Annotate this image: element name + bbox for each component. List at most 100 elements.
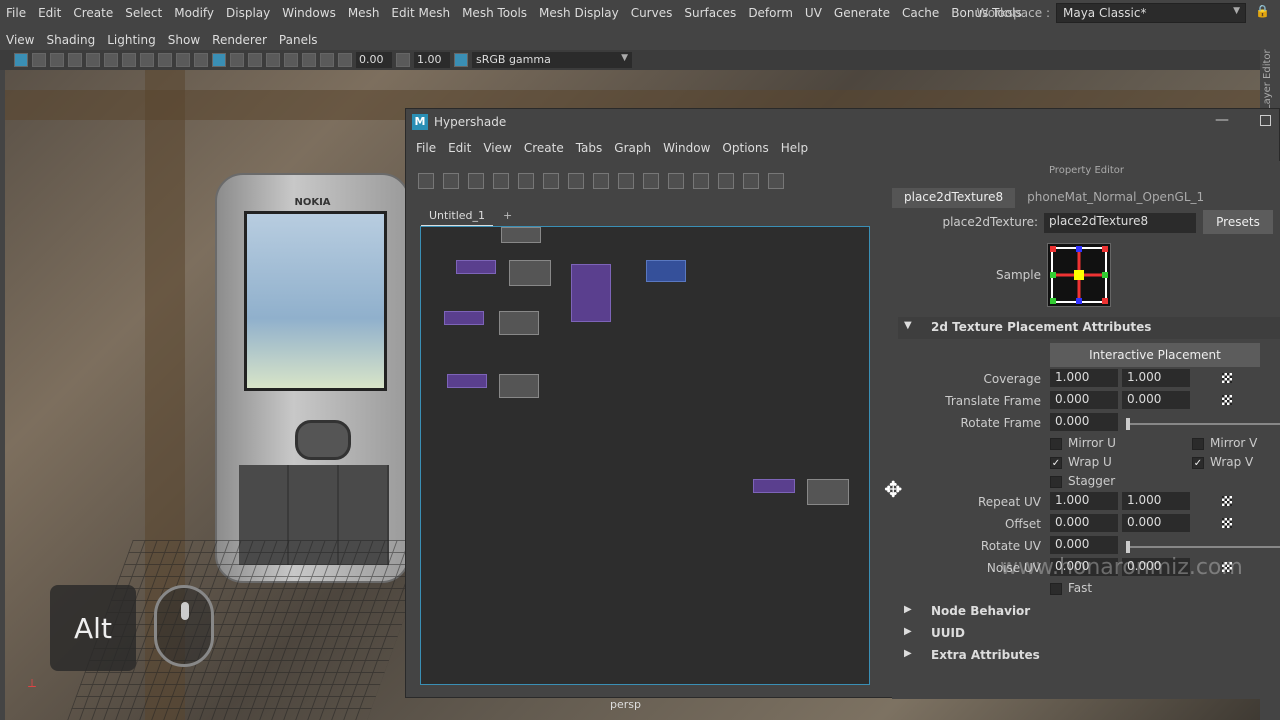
section-extra-attributes[interactable]: ▶ Extra Attributes bbox=[898, 645, 1280, 667]
menu-select[interactable]: Select bbox=[119, 6, 168, 20]
toggle-swatches-icon[interactable] bbox=[743, 173, 759, 189]
textured-icon[interactable] bbox=[248, 53, 262, 67]
menu-file[interactable]: File bbox=[0, 6, 32, 20]
color-management-icon[interactable] bbox=[454, 53, 468, 67]
add-selected-icon[interactable] bbox=[593, 173, 609, 189]
coverage-u-field[interactable]: 1.000 bbox=[1050, 369, 1118, 387]
color-space-dropdown[interactable]: sRGB gamma bbox=[472, 52, 632, 68]
panel-menu-view[interactable]: View bbox=[0, 33, 40, 47]
hs-menu-file[interactable]: File bbox=[410, 141, 442, 159]
menu-edit-mesh[interactable]: Edit Mesh bbox=[385, 6, 456, 20]
graph-layout-icon[interactable] bbox=[568, 173, 584, 189]
offset-u-field[interactable]: 0.000 bbox=[1050, 514, 1118, 532]
full-view-icon[interactable] bbox=[668, 173, 684, 189]
layer-editor-side-tab[interactable]: Layer Editor bbox=[1262, 40, 1280, 110]
menu-uv[interactable]: UV bbox=[799, 6, 828, 20]
simple-view-icon[interactable] bbox=[618, 173, 634, 189]
hs-menu-view[interactable]: View bbox=[477, 141, 517, 159]
rotate-uv-slider[interactable] bbox=[1126, 541, 1280, 553]
hs-menu-options[interactable]: Options bbox=[716, 141, 774, 159]
translate-frame-v-field[interactable]: 0.000 bbox=[1122, 391, 1190, 409]
tab-phonemat-normal[interactable]: phoneMat_Normal_OpenGL_1 bbox=[1015, 188, 1216, 208]
menu-generate[interactable]: Generate bbox=[828, 6, 896, 20]
presets-button[interactable]: Presets bbox=[1203, 210, 1273, 234]
maximize-icon[interactable] bbox=[1260, 115, 1271, 126]
map-icon[interactable] bbox=[1222, 373, 1232, 383]
section-uuid[interactable]: ▶ UUID bbox=[898, 623, 1280, 645]
hs-menu-window[interactable]: Window bbox=[657, 141, 716, 159]
interactive-placement-button[interactable]: Interactive Placement bbox=[1050, 343, 1260, 367]
resolution-gate-icon[interactable] bbox=[122, 53, 136, 67]
hs-menu-graph[interactable]: Graph bbox=[608, 141, 657, 159]
wireframe-on-shaded-icon[interactable] bbox=[230, 53, 244, 67]
input-output-connections-icon[interactable] bbox=[443, 173, 459, 189]
frame-all-icon[interactable] bbox=[493, 173, 509, 189]
node-graph[interactable] bbox=[420, 226, 870, 685]
graph-node[interactable] bbox=[571, 264, 611, 322]
smooth-shade-icon[interactable] bbox=[212, 53, 226, 67]
graph-node[interactable] bbox=[447, 374, 487, 388]
wireframe-icon[interactable] bbox=[194, 53, 208, 67]
tab-place2dtexture8[interactable]: place2dTexture8 bbox=[892, 188, 1016, 208]
safe-action-icon[interactable] bbox=[176, 53, 190, 67]
search-icon[interactable] bbox=[718, 173, 734, 189]
clear-graph-icon[interactable] bbox=[543, 173, 559, 189]
menu-surfaces[interactable]: Surfaces bbox=[678, 6, 742, 20]
input-connections-icon[interactable] bbox=[418, 173, 434, 189]
hs-menu-edit[interactable]: Edit bbox=[442, 141, 477, 159]
menu-windows[interactable]: Windows bbox=[276, 6, 342, 20]
grid-icon[interactable] bbox=[86, 53, 100, 67]
map-icon[interactable] bbox=[1222, 496, 1232, 506]
tab-untitled-1[interactable]: Untitled_1 bbox=[421, 207, 494, 227]
exposure-field[interactable]: 0.00 bbox=[356, 52, 392, 68]
graph-node[interactable] bbox=[509, 260, 551, 286]
add-tab-button[interactable]: + bbox=[493, 207, 522, 227]
menu-mesh[interactable]: Mesh bbox=[342, 6, 386, 20]
panel-menu-renderer[interactable]: Renderer bbox=[206, 33, 273, 47]
panel-menu-lighting[interactable]: Lighting bbox=[101, 33, 162, 47]
custom-view-icon[interactable] bbox=[693, 173, 709, 189]
hs-menu-tabs[interactable]: Tabs bbox=[570, 141, 609, 159]
section-2d-texture-placement[interactable]: ▼ 2d Texture Placement Attributes bbox=[898, 317, 1280, 339]
section-node-behavior[interactable]: ▶ Node Behavior bbox=[898, 601, 1280, 623]
field-chart-icon[interactable] bbox=[158, 53, 172, 67]
gamma-field[interactable]: 1.00 bbox=[414, 52, 450, 68]
graph-node[interactable] bbox=[444, 311, 484, 325]
graph-node[interactable] bbox=[456, 260, 496, 274]
image-plane-icon[interactable] bbox=[68, 53, 82, 67]
menu-curves[interactable]: Curves bbox=[625, 6, 679, 20]
bookmark-icon[interactable] bbox=[50, 53, 64, 67]
repeat-u-field[interactable]: 1.000 bbox=[1050, 492, 1118, 510]
map-icon[interactable] bbox=[1222, 518, 1232, 528]
coverage-v-field[interactable]: 1.000 bbox=[1122, 369, 1190, 387]
menu-mesh-display[interactable]: Mesh Display bbox=[533, 6, 625, 20]
panel-menu-panels[interactable]: Panels bbox=[273, 33, 324, 47]
wrap-u-checkbox[interactable]: ✓ bbox=[1050, 457, 1062, 469]
gamma-icon[interactable] bbox=[396, 53, 410, 67]
menu-mesh-tools[interactable]: Mesh Tools bbox=[456, 6, 533, 20]
mirror-v-checkbox[interactable] bbox=[1192, 438, 1204, 450]
lock-icon[interactable]: 🔒 bbox=[1255, 4, 1270, 18]
output-connections-icon[interactable] bbox=[468, 173, 484, 189]
menu-cache[interactable]: Cache bbox=[896, 6, 945, 20]
grid-toggle-icon[interactable] bbox=[768, 173, 784, 189]
exposure-icon[interactable] bbox=[338, 53, 352, 67]
menu-create[interactable]: Create bbox=[67, 6, 119, 20]
panel-menu-show[interactable]: Show bbox=[162, 33, 206, 47]
xray-icon[interactable] bbox=[320, 53, 334, 67]
mirror-u-checkbox[interactable] bbox=[1050, 438, 1062, 450]
lighting-icon[interactable] bbox=[266, 53, 280, 67]
minimize-icon[interactable]: — bbox=[1215, 112, 1229, 128]
rotate-frame-slider[interactable] bbox=[1126, 418, 1280, 430]
camera-attributes-icon[interactable] bbox=[32, 53, 46, 67]
frame-selected-icon[interactable] bbox=[518, 173, 534, 189]
rotate-uv-field[interactable]: 0.000 bbox=[1050, 536, 1118, 554]
connected-view-icon[interactable] bbox=[643, 173, 659, 189]
graph-node[interactable] bbox=[753, 479, 795, 493]
select-camera-icon[interactable] bbox=[14, 53, 28, 67]
map-icon[interactable] bbox=[1222, 395, 1232, 405]
panel-menu-shading[interactable]: Shading bbox=[40, 33, 101, 47]
menu-modify[interactable]: Modify bbox=[168, 6, 220, 20]
fast-checkbox[interactable] bbox=[1050, 583, 1062, 595]
graph-node[interactable] bbox=[807, 479, 849, 505]
